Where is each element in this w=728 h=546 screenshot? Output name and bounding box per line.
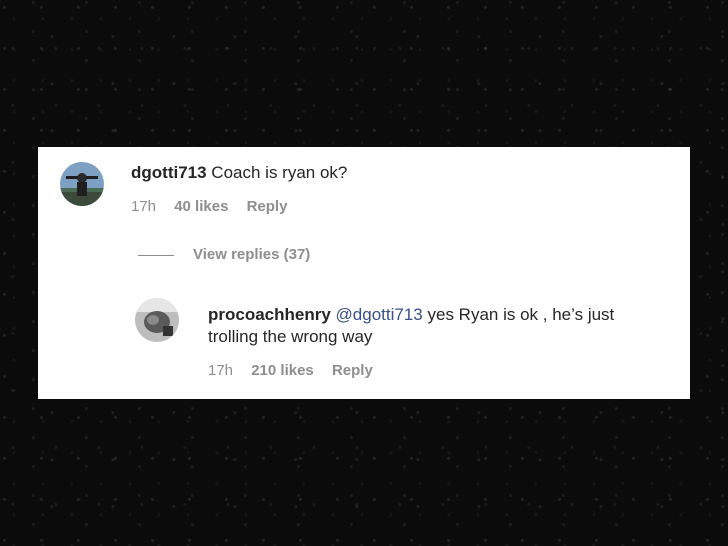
avatar[interactable] [60,162,104,206]
reply-mention[interactable]: @dgotti713 [336,305,423,324]
comment-text: Coach is ryan ok? [211,163,348,182]
reply-username[interactable]: procoachhenry [208,305,331,324]
avatar[interactable] [135,298,179,342]
replies-divider [138,255,174,256]
comment-username[interactable]: dgotti713 [131,163,207,182]
view-replies-button[interactable]: View replies (37) [193,246,310,263]
reply-likes[interactable]: 210 likes [251,362,314,379]
reply-reply-button[interactable]: Reply [332,362,373,379]
comment-thread-card: dgotti713 Coach is ryan ok? 17h 40 likes… [38,147,690,399]
comment-reply-button[interactable]: Reply [247,198,288,215]
reply-text-continued: trolling the wrong way [208,327,373,346]
reply-body: procoachhenry @dgotti713 yes Ryan is ok … [208,303,614,327]
reply-text: yes Ryan is ok , he’s just [427,305,615,324]
comment-meta: 17h 40 likes Reply [131,198,301,215]
reply-meta: 17h 210 likes Reply [208,362,387,379]
comment-time: 17h [131,198,157,215]
reply-time: 17h [208,362,234,379]
comment-body: dgotti713 Coach is ryan ok? [131,163,347,183]
comment-likes[interactable]: 40 likes [174,198,228,215]
